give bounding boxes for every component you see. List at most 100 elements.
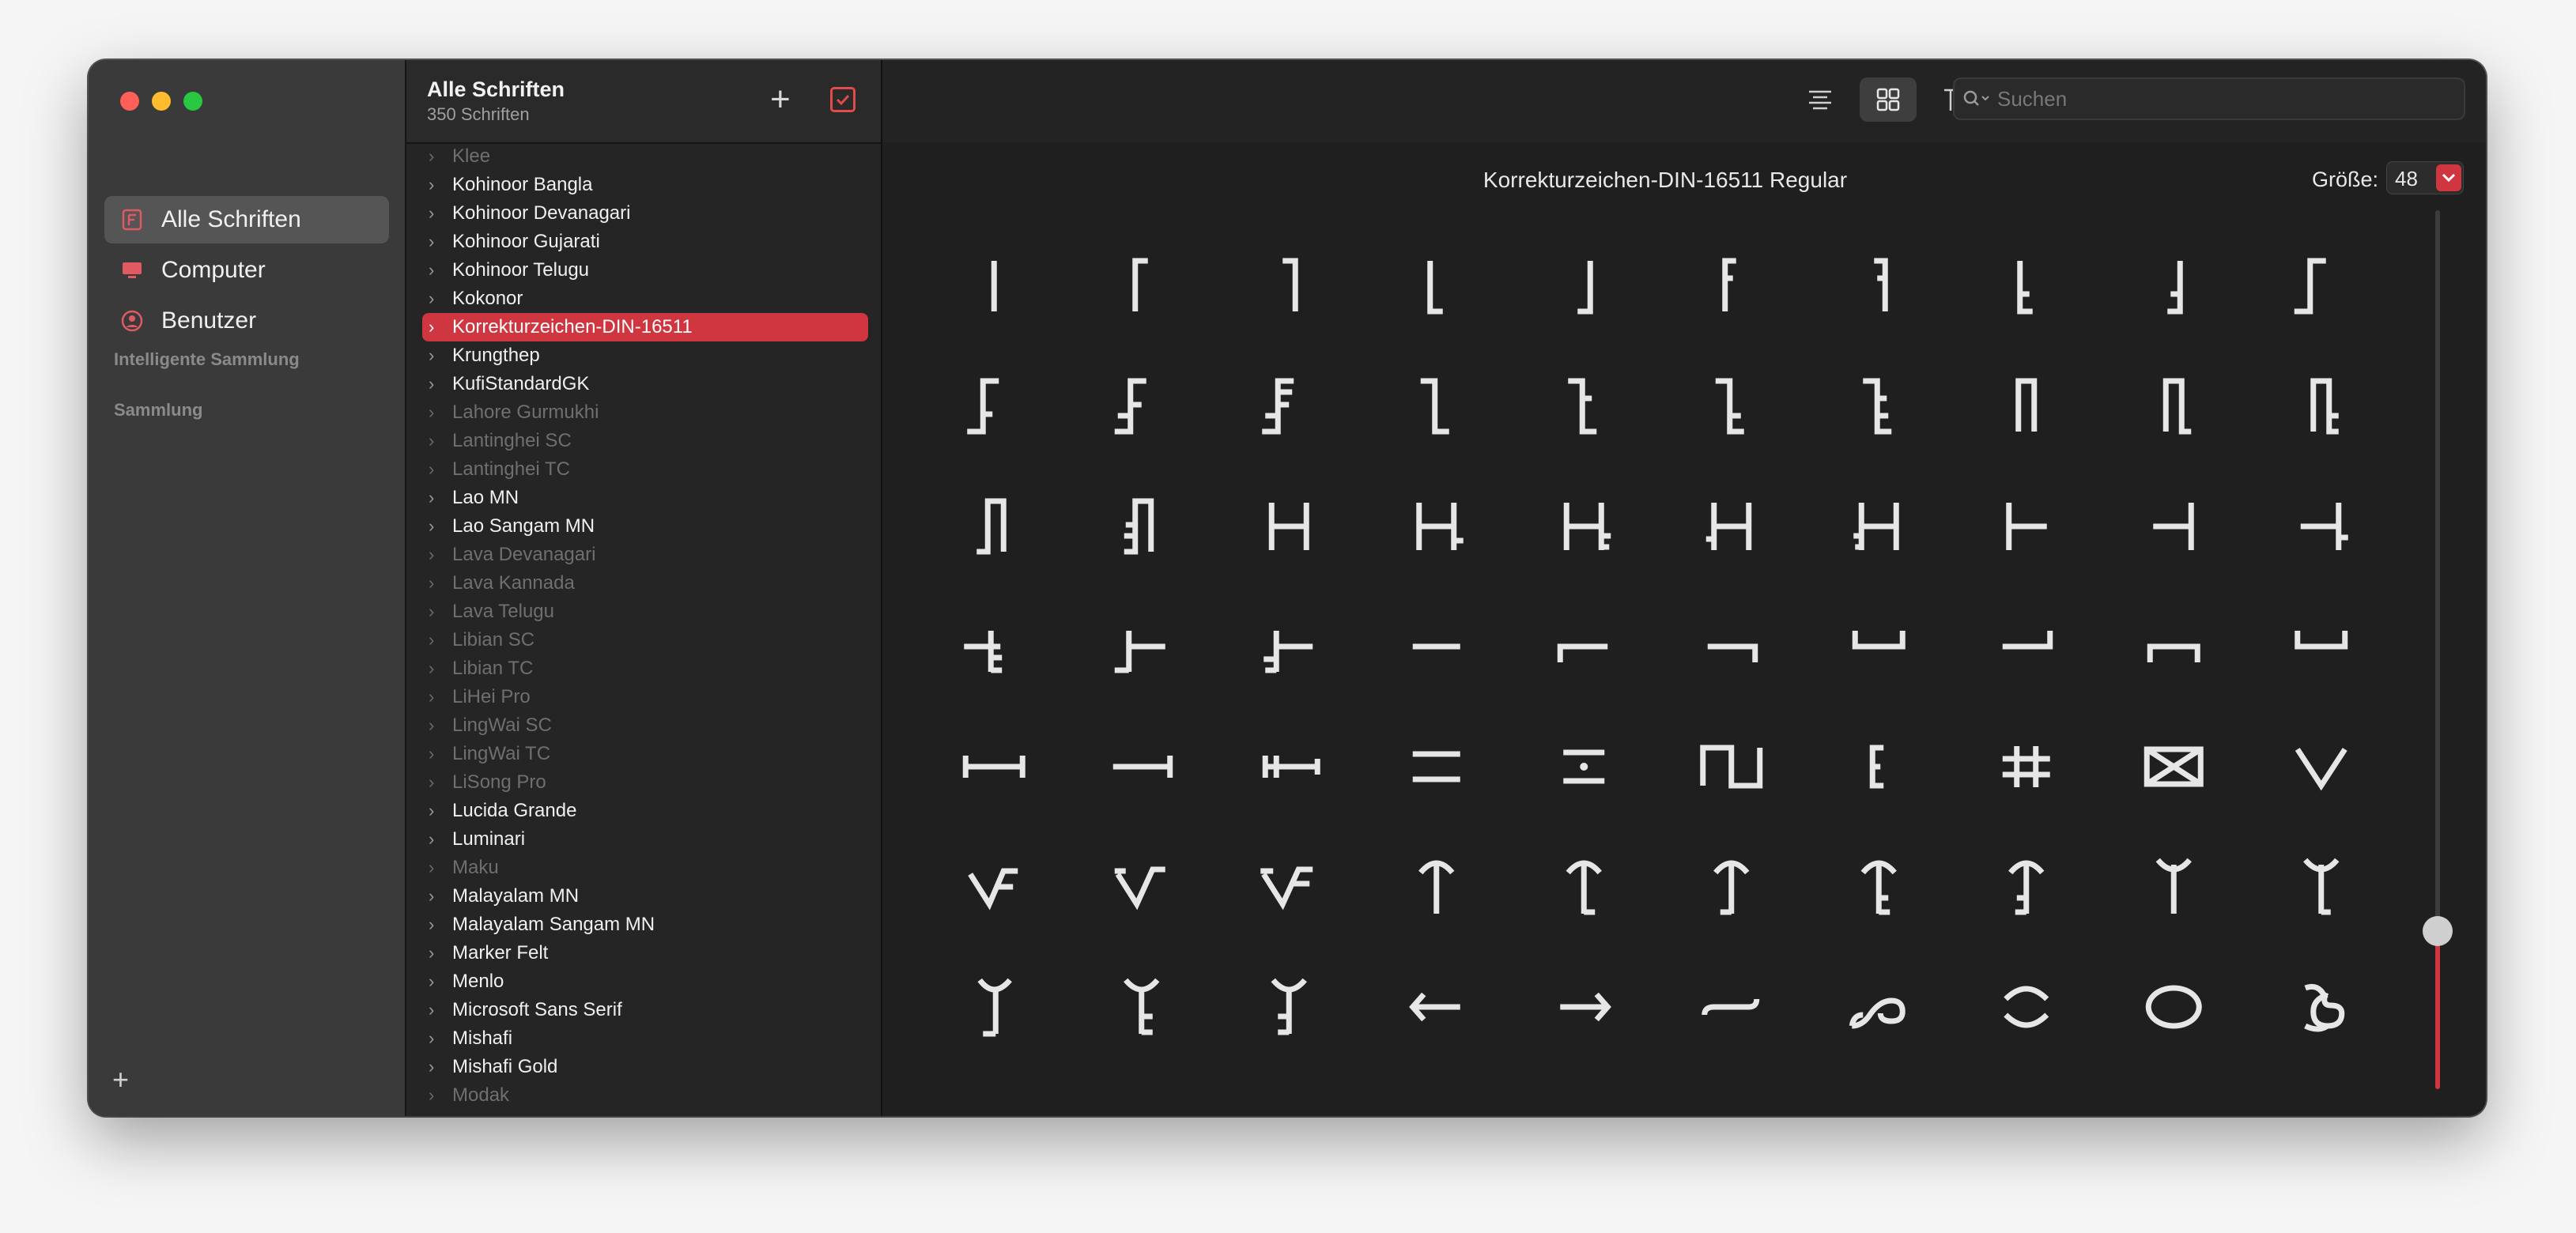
glyph-cell[interactable]	[2282, 487, 2361, 566]
chevron-right-icon[interactable]: ›	[429, 1057, 443, 1077]
glyph-cell[interactable]	[1544, 367, 1623, 446]
glyph-cell[interactable]	[954, 247, 1033, 326]
grid-view-button[interactable]	[1860, 77, 1917, 122]
sidebar-item-benutzer[interactable]: Benutzer	[104, 297, 389, 345]
chevron-right-icon[interactable]: ›	[429, 345, 443, 366]
font-row[interactable]: › Libian TC	[406, 654, 881, 683]
chevron-right-icon[interactable]: ›	[429, 516, 443, 537]
glyph-cell[interactable]	[1692, 967, 1771, 1046]
glyph-cell[interactable]	[2134, 847, 2213, 926]
glyph-cell[interactable]	[1544, 487, 1623, 566]
chevron-right-icon[interactable]: ›	[429, 232, 443, 252]
font-row[interactable]: › Modak	[406, 1081, 881, 1110]
chevron-right-icon[interactable]: ›	[429, 715, 443, 736]
size-slider-thumb[interactable]	[2423, 915, 2453, 946]
font-row[interactable]: › Maku	[406, 854, 881, 882]
chevron-right-icon[interactable]: ›	[429, 829, 443, 850]
font-row[interactable]: › Klee	[406, 142, 881, 171]
chevron-right-icon[interactable]: ›	[429, 943, 443, 963]
glyph-cell[interactable]	[1544, 607, 1623, 686]
glyph-cell[interactable]	[954, 607, 1033, 686]
glyph-cell[interactable]	[1544, 847, 1623, 926]
close-button[interactable]	[120, 92, 139, 111]
chevron-right-icon[interactable]: ›	[429, 175, 443, 195]
glyph-cell[interactable]	[1397, 247, 1476, 326]
glyph-cell[interactable]	[2134, 247, 2213, 326]
font-row[interactable]: › Lao MN	[406, 484, 881, 512]
font-row[interactable]: › Kokonor	[406, 285, 881, 313]
glyph-cell[interactable]	[1102, 247, 1181, 326]
font-row[interactable]: › Krungthep	[406, 341, 881, 370]
chevron-right-icon[interactable]: ›	[429, 260, 443, 281]
chevron-right-icon[interactable]: ›	[429, 801, 443, 821]
sidebar-item-alle-schriften[interactable]: Alle Schriften	[104, 196, 389, 243]
glyph-cell[interactable]	[1692, 367, 1771, 446]
glyph-cell[interactable]	[954, 847, 1033, 926]
glyph-cell[interactable]	[1839, 727, 1918, 806]
glyph-cell[interactable]	[1692, 487, 1771, 566]
glyph-cell[interactable]	[954, 487, 1033, 566]
glyph-cell[interactable]	[2282, 607, 2361, 686]
size-combobox[interactable]: 48	[2386, 161, 2464, 194]
glyph-cell[interactable]	[2282, 727, 2361, 806]
glyph-cell[interactable]	[2134, 487, 2213, 566]
chevron-right-icon[interactable]: ›	[429, 431, 443, 451]
glyph-cell[interactable]	[1397, 967, 1476, 1046]
add-collection-button[interactable]: +	[112, 1065, 129, 1094]
font-row[interactable]: › Lao Sangam MN	[406, 512, 881, 541]
glyph-cell[interactable]	[2134, 607, 2213, 686]
font-row[interactable]: › Kohinoor Bangla	[406, 171, 881, 199]
glyph-cell[interactable]	[1544, 727, 1623, 806]
glyph-cell[interactable]	[1692, 727, 1771, 806]
glyph-cell[interactable]	[1839, 367, 1918, 446]
font-row[interactable]: › Lucida Grande	[406, 797, 881, 825]
glyph-cell[interactable]	[1839, 487, 1918, 566]
glyph-cell[interactable]	[1102, 847, 1181, 926]
chevron-right-icon[interactable]: ›	[429, 914, 443, 935]
section-intelligente-sammlung[interactable]: Intelligente Sammlung	[114, 349, 300, 370]
font-row[interactable]: › Lantinghei SC	[406, 427, 881, 455]
font-row[interactable]: › Malayalam MN	[406, 882, 881, 911]
glyph-cell[interactable]	[1102, 727, 1181, 806]
glyph-cell[interactable]	[1102, 487, 1181, 566]
glyph-cell[interactable]	[1397, 847, 1476, 926]
chevron-right-icon[interactable]: ›	[429, 886, 443, 907]
glyph-cell[interactable]	[1249, 847, 1328, 926]
glyph-cell[interactable]	[1397, 607, 1476, 686]
font-row[interactable]: › Libian SC	[406, 626, 881, 654]
glyph-cell[interactable]	[1839, 847, 1918, 926]
font-row[interactable]: › Korrekturzeichen-DIN-16511	[422, 313, 868, 341]
section-sammlung[interactable]: Sammlung	[114, 400, 202, 420]
glyph-cell[interactable]	[1839, 247, 1918, 326]
glyph-cell[interactable]	[1987, 487, 2066, 566]
font-row[interactable]: › LiSong Pro	[406, 768, 881, 797]
glyph-cell[interactable]	[2134, 967, 2213, 1046]
glyph-cell[interactable]	[1249, 247, 1328, 326]
font-row[interactable]: › Kohinoor Devanagari	[406, 199, 881, 228]
glyph-cell[interactable]	[2282, 247, 2361, 326]
glyph-cell[interactable]	[2282, 967, 2361, 1046]
validate-fonts-button[interactable]	[830, 87, 856, 112]
glyph-cell[interactable]	[1839, 607, 1918, 686]
font-row[interactable]: › Lava Kannada	[406, 569, 881, 598]
search-field[interactable]	[1953, 77, 2465, 120]
glyph-cell[interactable]	[1249, 367, 1328, 446]
chevron-right-icon[interactable]: ›	[429, 1000, 443, 1020]
chevron-right-icon[interactable]: ›	[429, 858, 443, 878]
chevron-right-icon[interactable]: ›	[429, 459, 443, 480]
glyph-cell[interactable]	[1397, 727, 1476, 806]
font-row[interactable]: › Lantinghei TC	[406, 455, 881, 484]
chevron-right-icon[interactable]: ›	[429, 288, 443, 309]
font-row[interactable]: › Lava Devanagari	[406, 541, 881, 569]
glyph-cell[interactable]	[1102, 607, 1181, 686]
sidebar-item-computer[interactable]: Computer	[104, 247, 389, 294]
glyph-cell[interactable]	[1249, 487, 1328, 566]
glyph-cell[interactable]	[954, 367, 1033, 446]
size-value[interactable]: 48	[2395, 167, 2418, 191]
glyph-cell[interactable]	[1249, 967, 1328, 1046]
chevron-right-icon[interactable]: ›	[429, 772, 443, 793]
font-row[interactable]: › Kohinoor Telugu	[406, 256, 881, 285]
font-row[interactable]: › Lahore Gurmukhi	[406, 398, 881, 427]
glyph-cell[interactable]	[2134, 367, 2213, 446]
chevron-right-icon[interactable]: ›	[429, 658, 443, 679]
